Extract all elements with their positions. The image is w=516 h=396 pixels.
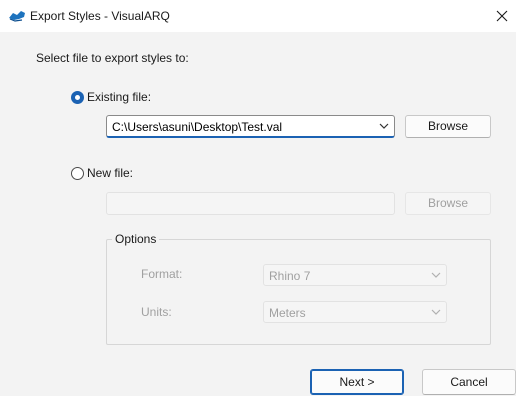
- close-button[interactable]: [490, 0, 516, 32]
- dialog-body: Select file to export styles to: Existin…: [0, 32, 516, 396]
- units-value: Meters: [269, 306, 306, 320]
- options-group-title: Options: [112, 232, 160, 246]
- new-file-radio[interactable]: [71, 167, 84, 180]
- export-styles-dialog: Export Styles - VisualARQ Select file to…: [0, 0, 516, 396]
- units-select[interactable]: Meters: [263, 301, 447, 323]
- existing-file-label: Existing file:: [87, 90, 152, 104]
- chevron-down-icon[interactable]: [379, 122, 389, 130]
- options-groupbox: [106, 239, 491, 345]
- format-value: Rhino 7: [269, 269, 311, 283]
- next-button[interactable]: Next >: [310, 369, 404, 395]
- window-title: Export Styles - VisualARQ: [30, 9, 170, 23]
- existing-file-path: C:\Users\asuni\Desktop\Test.val: [112, 120, 283, 134]
- existing-file-radio[interactable]: [71, 91, 84, 104]
- format-select[interactable]: Rhino 7: [263, 264, 447, 286]
- new-file-browse-button[interactable]: Browse: [405, 192, 491, 215]
- existing-file-browse-button[interactable]: Browse: [405, 115, 491, 138]
- title-bar: Export Styles - VisualARQ: [0, 0, 516, 32]
- new-file-label: New file:: [87, 166, 134, 180]
- visualarq-logo-icon: [9, 11, 25, 22]
- new-file-path-input[interactable]: [106, 192, 395, 215]
- format-label: Format:: [141, 267, 183, 281]
- chevron-down-icon: [431, 309, 441, 315]
- chevron-down-icon: [431, 272, 441, 278]
- close-icon: [496, 10, 508, 22]
- units-label: Units:: [141, 305, 172, 319]
- existing-file-path-combo[interactable]: C:\Users\asuni\Desktop\Test.val: [106, 115, 395, 138]
- cancel-button[interactable]: Cancel: [422, 369, 516, 395]
- select-file-prompt: Select file to export styles to:: [36, 51, 189, 65]
